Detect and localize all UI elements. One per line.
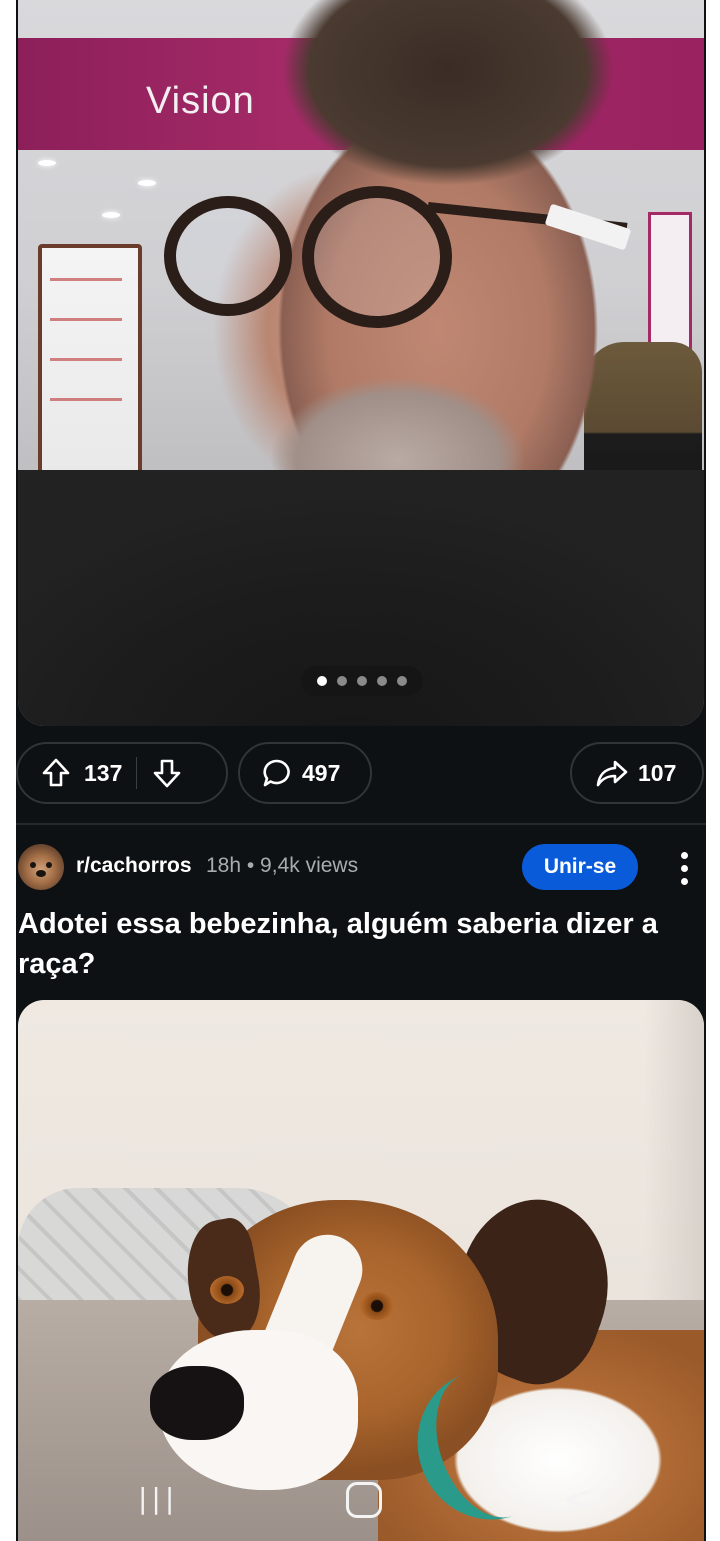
more-options-button[interactable] — [666, 846, 702, 890]
post-image[interactable]: Vision — [18, 0, 704, 726]
downvote-button[interactable] — [153, 758, 181, 788]
post-action-bar: 137 497 107 — [16, 742, 706, 808]
vote-divider — [136, 757, 138, 789]
upvote-icon — [42, 758, 70, 787]
share-icon — [596, 760, 628, 787]
eyewear-display — [38, 244, 142, 500]
upvote-button[interactable] — [42, 758, 70, 788]
post-meta: 18h • 9,4k views — [206, 854, 359, 877]
share-count: 107 — [638, 759, 677, 786]
carousel-dot[interactable] — [317, 676, 327, 686]
comments-button[interactable]: 497 — [238, 742, 372, 804]
post-divider — [16, 823, 706, 825]
subreddit-name[interactable]: r/cachorros — [76, 854, 192, 878]
carousel-dot[interactable] — [397, 676, 407, 686]
post-header: r/cachorros 18h • 9,4k views Unir-se — [16, 842, 706, 894]
post-title[interactable]: Adotei essa bebezinha, alguém saberia di… — [18, 904, 698, 984]
share-button[interactable]: 107 — [570, 742, 704, 804]
carousel-dot[interactable] — [357, 676, 367, 686]
comment-count: 497 — [302, 759, 341, 786]
carousel-dot[interactable] — [377, 676, 387, 686]
carousel-dot[interactable] — [337, 676, 347, 686]
vote-control: 137 — [16, 742, 228, 804]
subreddit-avatar[interactable] — [18, 844, 64, 890]
ceiling-light — [102, 212, 120, 218]
more-icon — [680, 851, 688, 859]
downvote-icon — [154, 759, 181, 788]
glasses-lens-left — [164, 196, 292, 316]
recents-icon[interactable]: ||| — [138, 1482, 178, 1515]
feed-screen: Vision 137 497 107 r/cachorros 18h • 9,4… — [16, 0, 706, 1541]
dog-nose — [150, 1366, 244, 1440]
join-button[interactable]: Unir-se — [522, 844, 638, 890]
comment-icon — [263, 759, 290, 787]
back-icon[interactable]: < — [562, 1476, 596, 1522]
ceiling-light — [38, 160, 56, 166]
dog-eye — [210, 1276, 244, 1304]
dog-eye — [360, 1292, 394, 1320]
post-image[interactable] — [18, 1000, 704, 1541]
home-icon[interactable] — [346, 1482, 382, 1518]
carousel-indicator[interactable] — [301, 666, 423, 696]
hair — [228, 0, 668, 230]
upvote-count: 137 — [84, 759, 123, 786]
ceiling-light — [138, 180, 156, 186]
system-nav-bar: ||| < — [16, 1466, 706, 1530]
